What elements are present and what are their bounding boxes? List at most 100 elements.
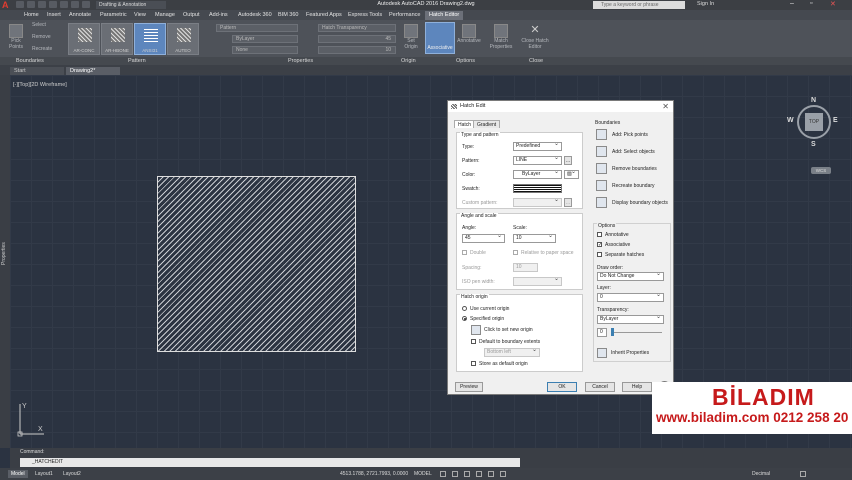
pattern-ar-hbone[interactable]: AR-HBONE <box>101 23 133 55</box>
snap-toggle-icon[interactable] <box>452 471 458 477</box>
type-select[interactable]: Predefined <box>513 141 562 151</box>
dialog-close-icon[interactable]: ✕ <box>662 101 669 112</box>
compass-west[interactable]: W <box>787 117 794 124</box>
transparency-slider-track[interactable] <box>611 332 662 333</box>
tab-express-tools[interactable]: Express Tools <box>348 11 382 20</box>
layout1-tab[interactable]: Layout1 <box>32 470 56 478</box>
panel-pattern[interactable]: Pattern <box>128 57 146 65</box>
inherit-properties-label[interactable]: Inherit Properties <box>611 350 649 356</box>
minimize-icon[interactable]: – <box>790 0 794 7</box>
use-current-origin-radio[interactable] <box>462 306 467 311</box>
tab-output[interactable]: Output <box>183 11 200 20</box>
tab-gradient[interactable]: Gradient <box>473 120 501 128</box>
hatch-scale-field[interactable]: 10 <box>318 46 396 54</box>
recreate-boundary-icon[interactable] <box>596 180 607 191</box>
background-color-select[interactable]: ▨ <box>564 169 579 179</box>
pattern-ar-conc[interactable]: AR-CONC <box>68 23 100 55</box>
grid-toggle-icon[interactable] <box>440 471 446 477</box>
search-input[interactable]: Type a keyword or phrase <box>593 1 685 9</box>
hatch-color-select[interactable]: ByLayer <box>232 35 298 43</box>
properties-palette-strip[interactable]: Properties <box>0 75 10 448</box>
background-color-select[interactable]: None <box>232 46 298 54</box>
ortho-toggle-icon[interactable] <box>464 471 470 477</box>
hatch-angle-field[interactable]: 45 <box>318 35 396 43</box>
relative-paper-checkbox[interactable] <box>513 250 518 255</box>
color-select[interactable]: ByLayer <box>513 169 562 179</box>
inherit-properties-icon[interactable] <box>597 348 607 358</box>
hatch-transparency-field[interactable]: Hatch Transparency <box>318 24 396 32</box>
iso-pen-select[interactable] <box>513 276 562 286</box>
tab-view[interactable]: View <box>134 11 146 20</box>
hatched-rectangle[interactable] <box>157 176 356 352</box>
customize-icon[interactable] <box>800 471 806 477</box>
layout2-tab[interactable]: Layout2 <box>60 470 84 478</box>
help-button[interactable]: Help <box>622 382 652 392</box>
pattern-auteo[interactable]: AUTEO <box>167 23 199 55</box>
pattern-swatch[interactable] <box>513 184 562 193</box>
tab-bim-360[interactable]: BIM 360 <box>278 11 298 20</box>
click-set-origin-label[interactable]: Click to set new origin <box>484 327 533 333</box>
close-icon[interactable]: ✕ <box>830 0 836 8</box>
display-boundary-icon[interactable] <box>596 197 607 208</box>
boundary-corner-select[interactable]: Bottom left <box>484 347 540 357</box>
layer-select[interactable]: 0 <box>597 292 664 302</box>
cancel-button[interactable]: Cancel <box>585 382 615 392</box>
tab-hatch[interactable]: Hatch <box>454 120 476 128</box>
close-hatch-editor-button[interactable]: ✕ Close Hatch Editor <box>518 24 552 50</box>
viewcube-top-face[interactable]: TOP <box>805 113 823 131</box>
doc-tab-start[interactable]: Start <box>10 67 64 75</box>
transparency-select[interactable]: ByLayer <box>597 314 664 324</box>
remove-boundaries-label[interactable]: Remove boundaries <box>612 166 657 172</box>
command-input[interactable]: _HATCHEDIT <box>20 458 520 467</box>
annotative-checkbox[interactable] <box>597 232 602 237</box>
double-checkbox[interactable] <box>462 250 467 255</box>
compass-east[interactable]: E <box>833 117 838 124</box>
pattern-browse-button[interactable]: … <box>564 156 572 165</box>
transparency-slider-thumb[interactable] <box>611 328 614 336</box>
tab-insert[interactable]: Insert <box>47 11 61 20</box>
default-extents-checkbox[interactable] <box>471 339 476 344</box>
set-origin-button[interactable]: Set Origin <box>402 24 420 50</box>
draw-order-select[interactable]: Do Not Change <box>597 271 664 281</box>
add-select-objects-icon[interactable] <box>596 146 607 157</box>
tab-parametric[interactable]: Parametric <box>100 11 127 20</box>
tab-autodesk-360[interactable]: Autodesk 360 <box>238 11 272 20</box>
spacing-field[interactable]: 10 <box>513 263 538 272</box>
specified-origin-radio[interactable] <box>462 316 467 321</box>
panel-origin[interactable]: Origin <box>401 57 416 65</box>
tab-performance[interactable]: Performance <box>389 11 421 20</box>
associative-button[interactable]: Associative <box>425 22 455 54</box>
tab-annotate[interactable]: Annotate <box>69 11 91 20</box>
sign-in-link[interactable]: Sign In <box>697 1 714 7</box>
add-pick-points-label[interactable]: Add: Pick points <box>612 132 648 138</box>
pick-points-button[interactable]: Pick Points <box>4 24 28 50</box>
separate-hatches-checkbox[interactable] <box>597 252 602 257</box>
model-space-toggle[interactable]: MODEL <box>414 470 432 478</box>
add-select-objects-label[interactable]: Add: Select objects <box>612 149 655 155</box>
panel-options[interactable]: Options <box>456 57 475 65</box>
recreate-boundary-label[interactable]: Recreate boundary <box>612 183 655 189</box>
model-tab[interactable]: Model <box>8 470 28 478</box>
compass-south[interactable]: S <box>811 141 816 148</box>
panel-boundaries[interactable]: Boundaries <box>16 57 44 65</box>
select-button[interactable]: Select <box>32 22 60 28</box>
polar-toggle-icon[interactable] <box>476 471 482 477</box>
maximize-icon[interactable]: ▫ <box>810 0 812 7</box>
custom-pattern-select[interactable] <box>513 197 562 207</box>
compass-north[interactable]: N <box>811 97 816 104</box>
tab-add-ins[interactable]: Add-ins <box>209 11 228 20</box>
add-pick-points-icon[interactable] <box>596 129 607 140</box>
match-properties-button[interactable]: Match Properties <box>486 24 516 50</box>
angle-select[interactable]: 45 <box>462 233 505 243</box>
osnap-toggle-icon[interactable] <box>488 471 494 477</box>
ok-button[interactable]: OK <box>547 382 577 392</box>
pattern-select[interactable]: LINE <box>513 155 562 165</box>
hatch-type-select[interactable]: Pattern <box>216 24 298 32</box>
tab-hatch-editor[interactable]: Hatch Editor <box>425 11 464 20</box>
tab-featured-apps[interactable]: Featured Apps <box>306 11 342 20</box>
custom-browse-button[interactable]: … <box>564 198 572 207</box>
transparency-value-field[interactable]: 0 <box>597 328 607 337</box>
units-selector[interactable]: Decimal <box>752 470 770 478</box>
store-default-checkbox[interactable] <box>471 361 476 366</box>
remove-boundaries-icon[interactable] <box>596 163 607 174</box>
